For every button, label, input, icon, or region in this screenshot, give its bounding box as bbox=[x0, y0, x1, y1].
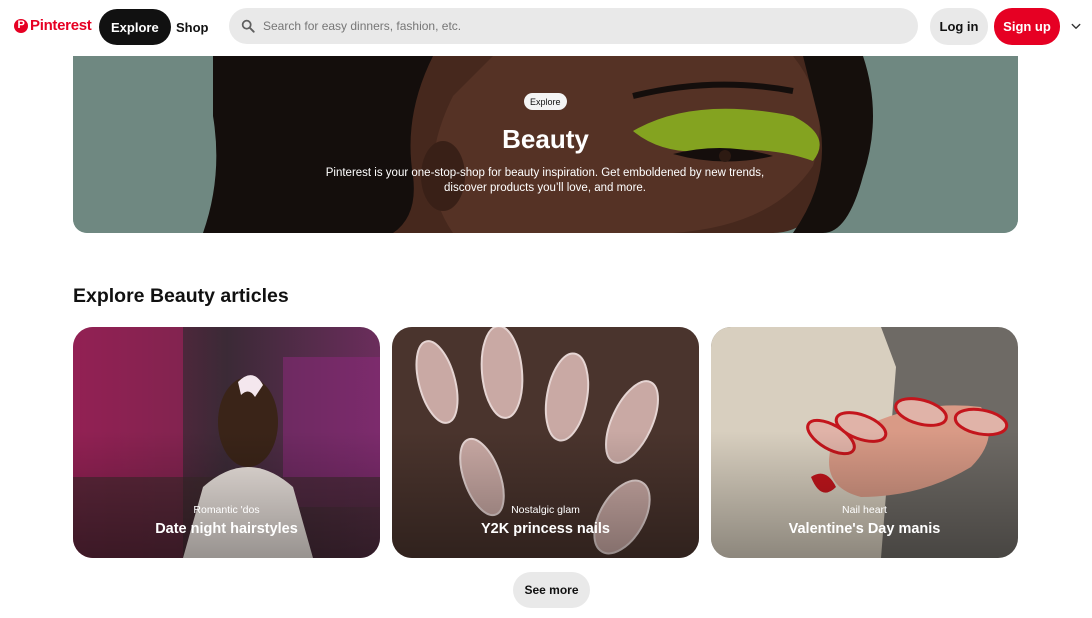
card-title: Date night hairstyles bbox=[155, 521, 298, 537]
card-subtitle: Romantic 'dos bbox=[193, 504, 260, 516]
section-title: Explore Beauty articles bbox=[73, 285, 289, 307]
top-navigation-bar: P Pinterest Explore Shop Log in Sign up bbox=[0, 0, 1092, 52]
chevron-down-icon[interactable] bbox=[1068, 18, 1084, 34]
hero-banner: Explore Beauty Pinterest is your one-sto… bbox=[73, 56, 1018, 233]
article-card-y2k-princess-nails[interactable]: Nostalgic glam Y2K princess nails bbox=[392, 327, 699, 558]
login-button[interactable]: Log in bbox=[930, 8, 988, 45]
pinterest-logo[interactable]: P Pinterest bbox=[14, 17, 92, 34]
see-more-button[interactable]: See more bbox=[513, 572, 590, 608]
nav-shop-tab[interactable]: Shop bbox=[166, 9, 219, 45]
logo-text: Pinterest bbox=[30, 17, 92, 34]
article-card-date-night-hairstyles[interactable]: Romantic 'dos Date night hairstyles bbox=[73, 327, 380, 558]
search-bar[interactable] bbox=[229, 8, 918, 44]
hero-explore-pill: Explore bbox=[524, 93, 567, 110]
hero-description: Pinterest is your one-stop-shop for beau… bbox=[325, 167, 765, 194]
nav-explore-tab[interactable]: Explore bbox=[99, 9, 171, 45]
hero-title: Beauty bbox=[502, 124, 589, 154]
pinterest-logo-icon: P bbox=[14, 18, 28, 33]
search-icon bbox=[241, 19, 255, 33]
card-subtitle: Nostalgic glam bbox=[511, 504, 580, 516]
card-title: Valentine's Day manis bbox=[788, 521, 941, 537]
hero-content: Explore Beauty Pinterest is your one-sto… bbox=[73, 56, 1018, 233]
article-card-valentines-day-manis[interactable]: Nail heart Valentine's Day manis bbox=[711, 327, 1018, 558]
card-title: Y2K princess nails bbox=[481, 521, 610, 537]
search-input[interactable] bbox=[263, 19, 903, 33]
signup-button[interactable]: Sign up bbox=[994, 8, 1060, 45]
card-subtitle: Nail heart bbox=[842, 504, 887, 516]
